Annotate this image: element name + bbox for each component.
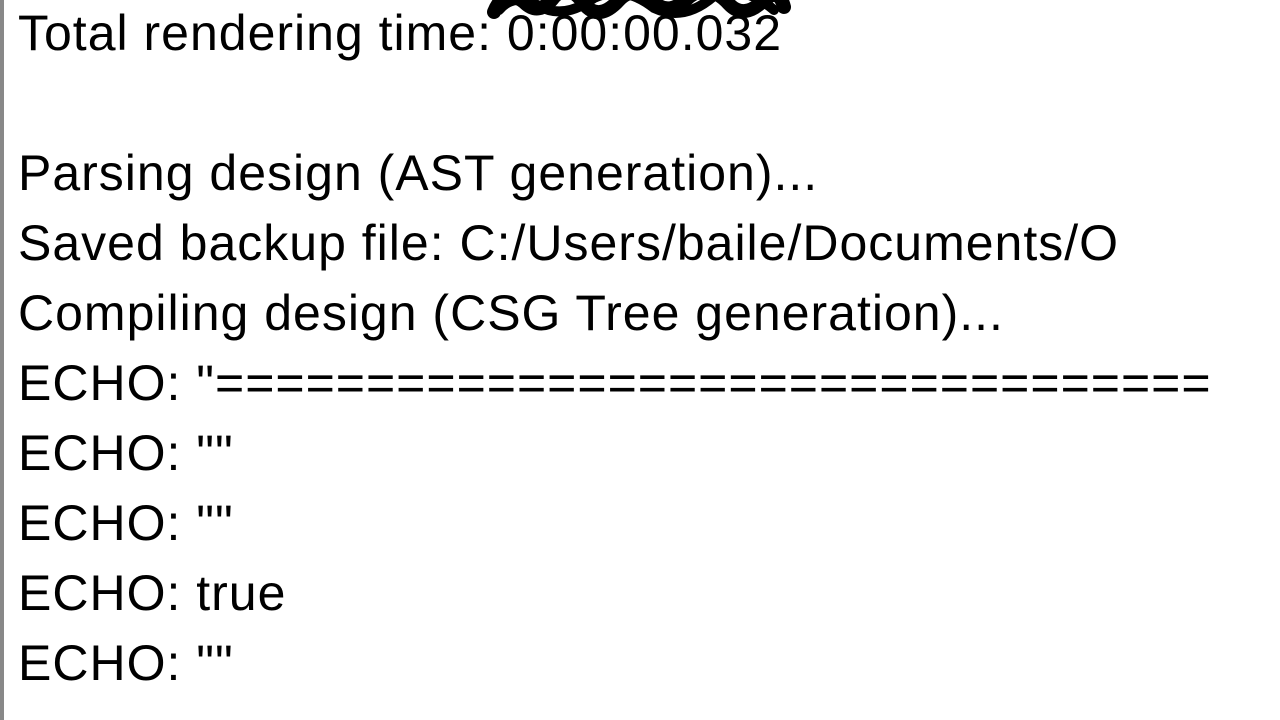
- console-line: ECHO: "": [18, 628, 1280, 698]
- console-line: Total rendering time: 0:00:00.032: [18, 0, 1280, 68]
- console-line: ECHO: "": [18, 418, 1280, 488]
- console-line: ECHO: "": [18, 488, 1280, 558]
- console-line: Compiling design (CSG Tree generation)..…: [18, 278, 1280, 348]
- console-line: Saved backup file: C:/Users/baile/Docume…: [18, 208, 1280, 278]
- console-line: Parsing design (AST generation)...: [18, 138, 1280, 208]
- console-line: ECHO: true: [18, 558, 1280, 628]
- console-line: ECHO: "=================================: [18, 348, 1280, 418]
- console-output-panel: Total rendering time: 0:00:00.032 Parsin…: [0, 0, 1280, 720]
- blank-line: [18, 68, 1280, 138]
